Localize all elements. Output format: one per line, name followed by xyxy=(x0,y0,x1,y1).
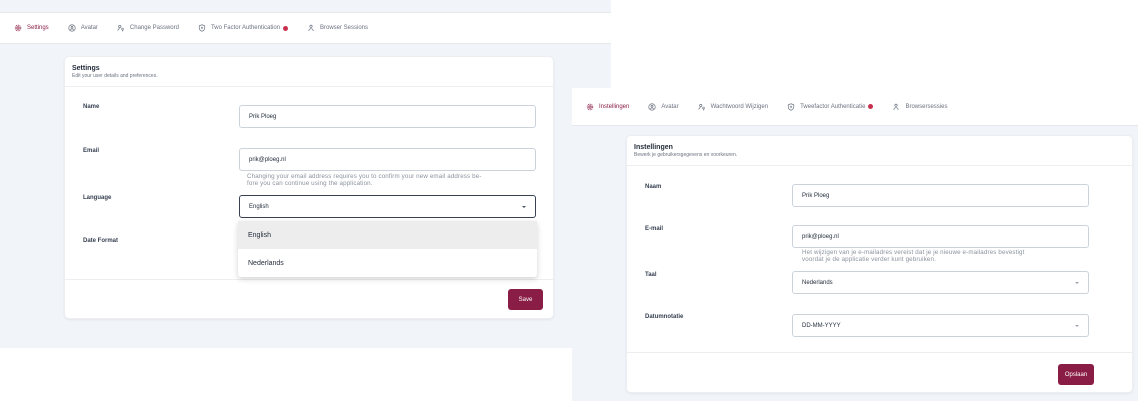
tab-browsersessies[interactable]: Browsersessies xyxy=(892,103,947,111)
gear-icon xyxy=(586,103,594,110)
settings-tab-bar: Settings Avatar Change Password Two Fact… xyxy=(0,12,611,44)
name-input-value: Prik Ploeg xyxy=(802,192,830,199)
email-input[interactable]: prik@ploeg.nl xyxy=(239,148,536,171)
card-subtitle: Bewerk je gebruikersgegevens en voorkeur… xyxy=(634,152,738,158)
notification-badge xyxy=(283,25,288,31)
card-footer-divider xyxy=(627,352,1132,353)
chevron-down-icon xyxy=(1075,281,1079,284)
language-label: Taal xyxy=(645,272,657,278)
gear-icon xyxy=(14,24,22,32)
tab-settings[interactable]: Settings xyxy=(14,24,49,32)
language-label: Language xyxy=(83,195,112,201)
language-select[interactable]: English xyxy=(239,195,536,218)
tab-label: Avatar xyxy=(80,25,98,31)
settings-card: Settings Edit your user details and pref… xyxy=(64,56,554,319)
chevron-down-icon xyxy=(522,205,526,208)
name-label: Name xyxy=(83,104,100,110)
email-input-value: prik@ploeg.nl xyxy=(802,233,839,240)
help-line: fore you can continue using the applicat… xyxy=(247,179,373,187)
tab-label: Tweefactor Authenticatie xyxy=(800,103,866,110)
card-subtitle: Edit your user details and preferences. xyxy=(72,73,158,79)
card-title: Settings xyxy=(72,65,100,72)
email-help-text: Het wijzigen van je e-mailadres vereist … xyxy=(802,249,1112,263)
date-format-select[interactable]: DD-MM-YYYY xyxy=(792,314,1089,337)
tab-two-factor-authentication[interactable]: Two Factor Authentication xyxy=(198,24,288,32)
language-select[interactable]: Nederlands xyxy=(792,271,1089,294)
date-format-label: Date Format xyxy=(83,238,119,244)
language-select-value: Nederlands xyxy=(802,279,833,286)
settings-panel-english: Settings Avatar Change Password Two Fact… xyxy=(0,0,611,348)
language-option-nederlands[interactable]: Nederlands xyxy=(238,249,537,277)
tab-avatar[interactable]: Avatar xyxy=(648,102,679,111)
email-help-text: Changing your email address requires you… xyxy=(247,173,547,187)
user-circle-icon xyxy=(68,24,76,32)
tab-change-password[interactable]: Change Password xyxy=(117,24,179,32)
tab-browser-sessions[interactable]: Browser Sessions xyxy=(307,24,368,32)
users-icon xyxy=(308,24,314,32)
tab-label: Wachtwoord Wijzigen xyxy=(710,103,769,110)
email-label: E-mail xyxy=(645,226,664,232)
language-select-value: English xyxy=(249,203,269,210)
shield-icon xyxy=(787,102,795,111)
tab-label: Instellingen xyxy=(599,103,630,110)
save-button[interactable]: Save xyxy=(508,289,543,310)
settings-panel-dutch: Instellingen Avatar Wachtwoord Wijzigen … xyxy=(572,88,1138,401)
date-format-label: Datumnotatie xyxy=(645,314,684,320)
tab-label: Browser Sessions xyxy=(320,25,369,31)
tab-avatar[interactable]: Avatar xyxy=(68,24,98,32)
save-button[interactable]: Opslaan xyxy=(1058,364,1094,385)
tab-tweefactor-authenticatie[interactable]: Tweefactor Authenticatie xyxy=(787,102,874,111)
tab-wachtwoord-wijzigen[interactable]: Wachtwoord Wijzigen xyxy=(698,103,768,111)
shield-icon xyxy=(198,24,206,32)
notification-badge xyxy=(868,104,874,109)
settings-tab-bar: Instellingen Avatar Wachtwoord Wijzigen … xyxy=(572,88,1138,126)
tab-label: Two Factor Authentication xyxy=(210,25,280,31)
card-title: Instellingen xyxy=(634,144,673,151)
tab-instellingen[interactable]: Instellingen xyxy=(586,103,629,111)
tab-label: Avatar xyxy=(661,103,679,110)
date-format-select-value: DD-MM-YYYY xyxy=(802,322,841,329)
tab-label: Settings xyxy=(27,25,49,31)
chevron-down-icon xyxy=(1075,324,1079,327)
name-input-value: Prik Ploeg xyxy=(249,113,277,120)
card-header: Settings Edit your user details and pref… xyxy=(65,57,553,87)
tab-label: Browsersessies xyxy=(905,103,948,110)
language-dropdown-menu: English Nederlands xyxy=(238,221,537,277)
user-key-icon xyxy=(117,25,124,32)
settings-card: Instellingen Bewerk je gebruikersgegeven… xyxy=(626,135,1133,393)
user-circle-icon xyxy=(648,102,656,111)
user-key-icon xyxy=(698,103,705,110)
tab-label: Change Password xyxy=(129,25,179,31)
users-icon xyxy=(893,103,900,110)
name-input[interactable]: Prik Ploeg xyxy=(239,105,536,128)
help-line: voordat je de applicatie verder kunt geb… xyxy=(802,255,936,263)
name-input[interactable]: Prik Ploeg xyxy=(792,184,1089,207)
language-option-english[interactable]: English xyxy=(238,221,537,249)
name-label: Naam xyxy=(645,184,662,190)
card-header: Instellingen Bewerk je gebruikersgegeven… xyxy=(627,136,1132,166)
email-input[interactable]: prik@ploeg.nl xyxy=(792,225,1089,248)
email-label: Email xyxy=(83,148,100,154)
email-input-value: prik@ploeg.nl xyxy=(249,156,286,163)
card-footer-divider xyxy=(65,279,553,280)
